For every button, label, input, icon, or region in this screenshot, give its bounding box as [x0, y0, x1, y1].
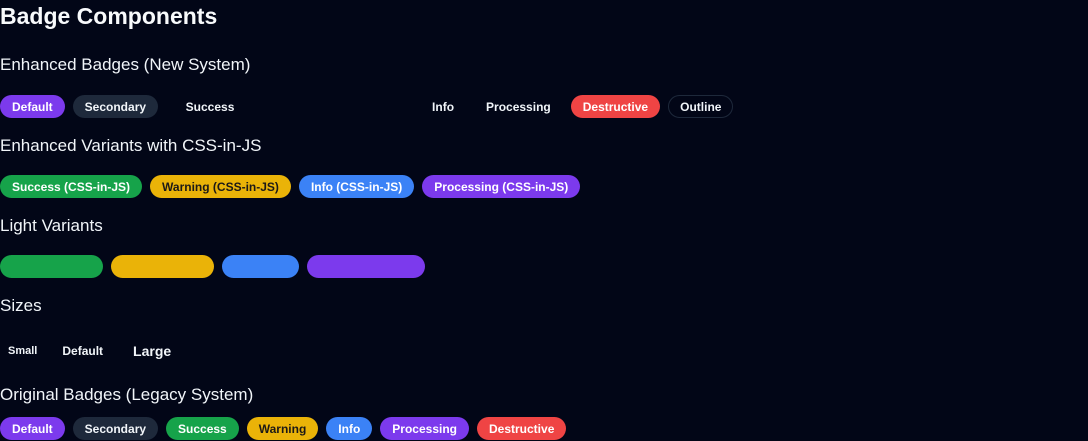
light-variants-heading: Light Variants	[0, 216, 103, 235]
legacy-badges-row: Default Secondary Success Warning Info P…	[0, 417, 567, 440]
css-in-js-processing-badge: Processing (CSS-in-JS)	[422, 175, 581, 198]
default-size-badge: Default	[62, 343, 104, 358]
sizes-heading: Sizes	[0, 296, 42, 315]
legacy-default-badge: Default	[0, 417, 65, 440]
css-in-js-heading: Enhanced Variants with CSS-in-JS	[0, 136, 262, 155]
enhanced-badges-row: Default Secondary Success Info Processin…	[0, 95, 734, 118]
legacy-success-badge: Success	[166, 417, 239, 440]
light-processing-badge	[307, 255, 425, 278]
legacy-secondary-badge: Secondary	[72, 417, 159, 440]
enhanced-processing-badge: Processing	[486, 99, 551, 114]
enhanced-badges-heading: Enhanced Badges (New System)	[0, 55, 251, 74]
sizes-row: Small Default Large	[0, 337, 184, 364]
legacy-warning-badge: Warning	[246, 417, 319, 440]
enhanced-destructive-badge: Destructive	[570, 95, 661, 118]
enhanced-warning-badge	[262, 95, 412, 118]
small-size-badge: Small	[8, 344, 38, 357]
css-in-js-badges-row: Success (CSS-in-JS) Warning (CSS-in-JS) …	[0, 175, 581, 198]
legacy-badges-heading: Original Badges (Legacy System)	[0, 385, 254, 404]
css-in-js-success-badge: Success (CSS-in-JS)	[0, 175, 143, 198]
light-info-badge	[222, 255, 299, 278]
large-size-badge: Large	[133, 342, 172, 359]
legacy-processing-badge: Processing	[380, 417, 469, 440]
light-warning-badge	[111, 255, 214, 278]
enhanced-outline-badge: Outline	[668, 95, 734, 118]
enhanced-success-badge: Success	[185, 99, 235, 114]
legacy-destructive-badge: Destructive	[477, 417, 567, 440]
enhanced-info-badge: Info	[432, 99, 455, 114]
light-success-badge	[0, 255, 103, 278]
enhanced-secondary-badge: Secondary	[72, 95, 159, 118]
css-in-js-info-badge: Info (CSS-in-JS)	[298, 175, 415, 198]
css-in-js-warning-badge: Warning (CSS-in-JS)	[150, 175, 291, 198]
legacy-info-badge: Info	[326, 417, 373, 440]
enhanced-default-badge: Default	[0, 95, 65, 118]
light-variants-row	[0, 255, 425, 278]
page-title: Badge Components	[0, 3, 218, 29]
badge-components-page: Badge Components Enhanced Badges (New Sy…	[0, 0, 1088, 441]
